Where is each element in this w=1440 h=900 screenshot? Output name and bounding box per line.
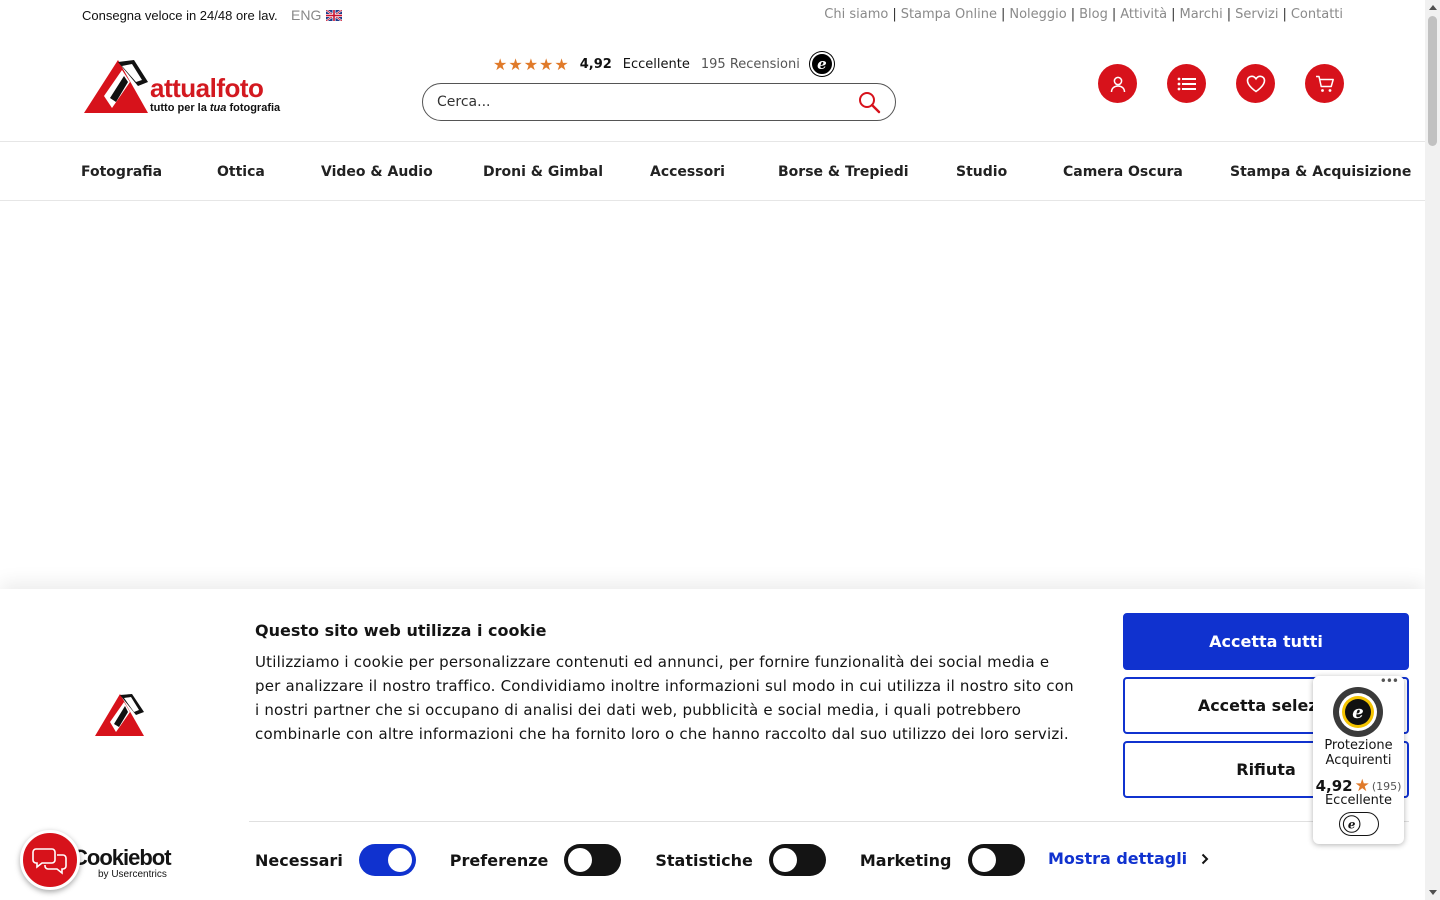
nav-borse-trepiedi[interactable]: Borse & Trepiedi xyxy=(778,164,909,180)
heart-icon xyxy=(1246,74,1265,92)
show-details-label: Mostra dettagli xyxy=(1048,849,1188,868)
toggle-preferences-label: Preferenze xyxy=(449,850,549,870)
rating-label: Eccellente xyxy=(622,56,690,72)
link-blog[interactable]: Blog xyxy=(1079,7,1108,22)
nav-fotografia[interactable]: Fotografia xyxy=(81,164,162,180)
cookie-banner: Questo sito web utilizza i cookie Utiliz… xyxy=(0,589,1425,900)
link-chi-siamo[interactable]: Chi siamo xyxy=(824,7,888,22)
top-links: Chi siamo | Stampa Online | Noleggio | Blog… xyxy=(824,7,1343,22)
cookiebot-logo[interactable]: Cookiebot by Usercentrics xyxy=(72,845,172,880)
toggle-marketing-label: Marketing xyxy=(859,850,952,870)
nav-video-audio[interactable]: Video & Audio xyxy=(321,164,433,180)
rating-summary[interactable]: ★★★★★ 4,92 Eccellente 195 Recensioni e xyxy=(493,52,834,76)
toggle-preferences-switch[interactable] xyxy=(564,844,622,876)
svg-text:e: e xyxy=(1348,818,1356,832)
rating-score: 4,92 xyxy=(579,56,612,72)
nav-stampa-acquisizione[interactable]: Stampa & Acquisizione xyxy=(1230,164,1411,180)
nav-camera-oscura[interactable]: Camera Oscura xyxy=(1063,164,1183,180)
nav-ottica[interactable]: Ottica xyxy=(217,164,265,180)
rating-stars: ★★★★★ xyxy=(493,54,570,74)
trusted-shops-logo-icon: e xyxy=(1339,812,1379,836)
cookie-title: Questo sito web utilizza i cookie xyxy=(255,621,547,640)
language-switch[interactable]: ENG xyxy=(291,7,343,23)
nav-accessori[interactable]: Accessori xyxy=(650,164,725,180)
link-stampa-online[interactable]: Stampa Online xyxy=(901,7,997,22)
chat-button[interactable] xyxy=(20,830,80,890)
page-scrollbar[interactable] xyxy=(1425,0,1440,900)
header-actions xyxy=(1098,64,1344,103)
cookiebot-name: Cookiebot xyxy=(72,845,172,870)
page: Consegna veloce in 24/48 ore lav. ENG Ch… xyxy=(0,0,1440,900)
scroll-down-icon[interactable] xyxy=(1429,890,1437,895)
list-icon xyxy=(1177,77,1196,90)
link-contatti[interactable]: Contatti xyxy=(1291,7,1343,22)
chevron-right-icon xyxy=(1201,853,1209,864)
cart-icon xyxy=(1315,75,1334,92)
attualfoto-logo-icon xyxy=(95,694,144,736)
top-bar: Consegna veloce in 24/48 ore lav. ENG Ch… xyxy=(0,0,1425,30)
brand-name: attualfoto xyxy=(150,73,264,103)
nav-droni-gimbal[interactable]: Droni & Gimbal xyxy=(483,164,603,180)
toggle-statistics: Statistiche xyxy=(655,844,826,876)
cart-button[interactable] xyxy=(1305,64,1344,103)
brand-tagline: tutto per la tua fotografia xyxy=(150,102,281,114)
search-input[interactable] xyxy=(437,94,857,110)
trusted-shops-seal-icon: e xyxy=(1333,687,1383,737)
nav-studio[interactable]: Studio xyxy=(956,164,1007,180)
link-noleggio[interactable]: Noleggio xyxy=(1009,7,1066,22)
link-attivita[interactable]: Attività xyxy=(1120,7,1167,22)
toggle-statistics-switch[interactable] xyxy=(768,844,826,876)
toggle-marketing-switch[interactable] xyxy=(967,844,1025,876)
main-nav: Fotografia Ottica Video & Audio Droni & … xyxy=(0,141,1425,201)
toggle-necessary-label: Necessari xyxy=(255,850,343,870)
toggle-necessary: Necessari xyxy=(255,844,416,876)
trusted-shops-badge[interactable]: ••• e Protezione Acquirenti 4,92 ★ (195)… xyxy=(1313,674,1404,844)
trust-count: (195) xyxy=(1371,779,1402,793)
user-icon xyxy=(1110,76,1125,92)
lists-button[interactable] xyxy=(1167,64,1206,103)
toggle-preferences: Preferenze xyxy=(450,844,622,876)
trusted-shops-icon: e xyxy=(809,52,834,76)
link-marchi[interactable]: Marchi xyxy=(1179,7,1222,22)
wishlist-button[interactable] xyxy=(1236,64,1275,103)
svg-text:e: e xyxy=(1352,702,1363,723)
toggle-statistics-label: Statistiche xyxy=(655,850,753,870)
chat-bubbles-icon xyxy=(32,848,67,875)
trust-title: Protezione Acquirenti xyxy=(1324,738,1393,768)
language-label: ENG xyxy=(291,7,322,23)
delivery-notice: Consegna veloce in 24/48 ore lav. xyxy=(82,8,278,23)
uk-flag-icon xyxy=(326,9,343,21)
cookie-description: Utilizziamo i cookie per personalizzare … xyxy=(255,653,1074,743)
rating-count: 195 Recensioni xyxy=(700,56,800,72)
accept-all-button[interactable]: Accetta tutti xyxy=(1123,613,1409,670)
account-button[interactable] xyxy=(1098,64,1137,103)
trust-label: Eccellente xyxy=(1324,793,1393,808)
scroll-thumb[interactable] xyxy=(1428,16,1437,146)
link-servizi[interactable]: Servizi xyxy=(1235,7,1278,22)
scroll-up-icon[interactable] xyxy=(1429,5,1437,10)
search-icon[interactable] xyxy=(857,90,881,114)
cookiebot-by: by Usercentrics xyxy=(98,869,167,880)
cookie-divider xyxy=(249,821,1409,822)
cookie-toggles: Necessari Preferenze Statistiche Marketi… xyxy=(255,844,1059,876)
search-bar xyxy=(422,83,896,121)
show-details-link[interactable]: Mostra dettagli xyxy=(1048,849,1209,868)
toggle-necessary-switch[interactable] xyxy=(358,844,416,876)
toggle-marketing: Marketing xyxy=(860,844,1025,876)
